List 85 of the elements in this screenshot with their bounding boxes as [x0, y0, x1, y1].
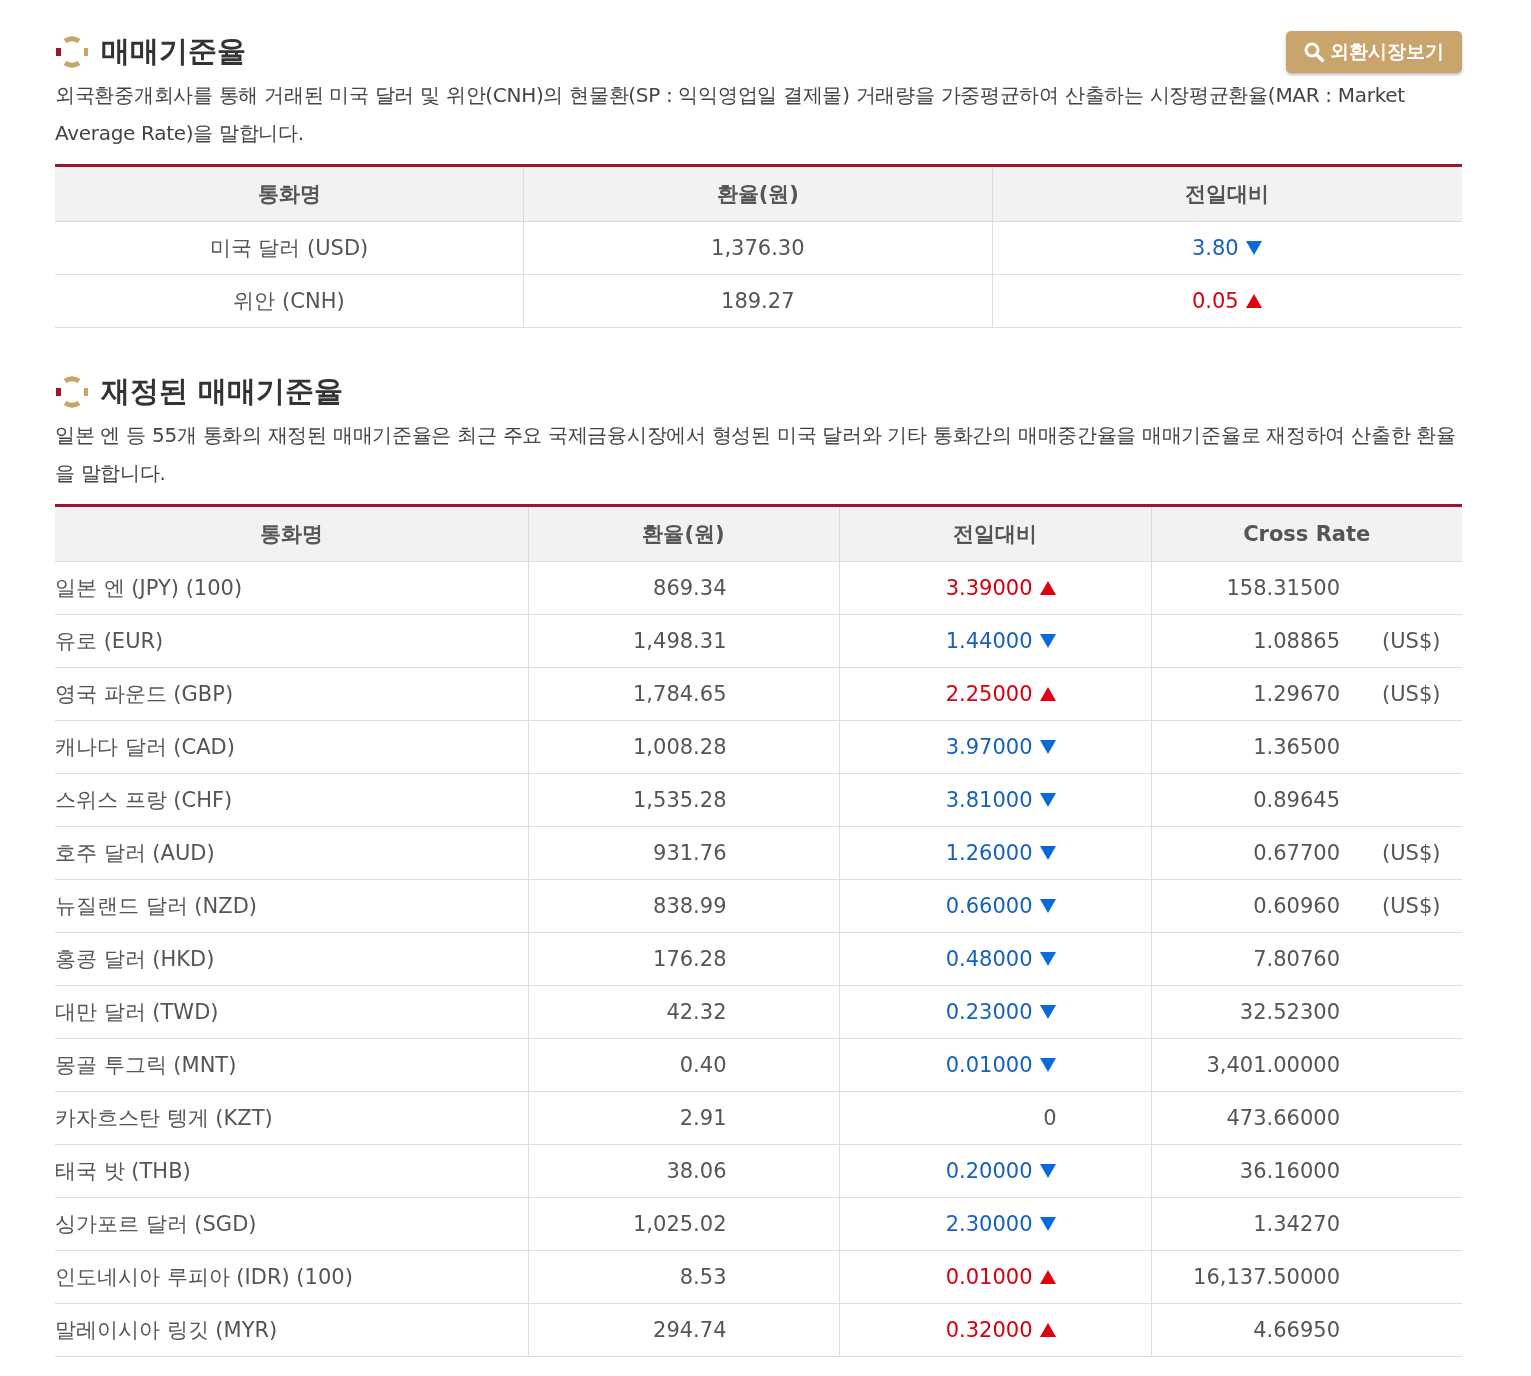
change-value: 3.80 — [1191, 236, 1239, 260]
exchange-rate-cell: 1,025.02 — [528, 1197, 839, 1251]
column-header: 통화명 — [55, 505, 528, 562]
currency-name-cell: 몽골 투그릭 (MNT) — [55, 1038, 528, 1092]
cross-rate-value: 1.36500 — [1252, 735, 1340, 759]
currency-name-cell: 인도네시아 루피아 (IDR) (100) — [55, 1250, 528, 1304]
currency-name-cell: 호주 달러 (AUD) — [55, 826, 528, 880]
cross-rate-value: 0.89645 — [1252, 788, 1340, 812]
change-value: 2.30000 — [945, 1212, 1033, 1236]
section-title-icon — [55, 375, 89, 409]
currency-unit-label: (US$) — [1382, 629, 1441, 653]
exchange-rate-cell: 931.76 — [528, 826, 839, 880]
currency-name-cell: 카자흐스탄 텡게 (KZT) — [55, 1091, 528, 1145]
exchange-rate-cell: 8.53 — [528, 1250, 839, 1304]
currency-name-cell: 영국 파운드 (GBP) — [55, 667, 528, 721]
change-value: 2.25000 — [945, 682, 1033, 706]
change-value: 0.48000 — [945, 947, 1033, 971]
change-value: 0.20000 — [945, 1159, 1033, 1183]
exchange-rate-cell: 838.99 — [528, 879, 839, 933]
currency-name-cell: 스위스 프랑 (CHF) — [55, 773, 528, 827]
cross-rate-value: 3,401.00000 — [1205, 1053, 1340, 1077]
change-value: 0.32000 — [945, 1318, 1033, 1342]
exchange-rate-cell: 1,535.28 — [528, 773, 839, 827]
cross-rate-value: 4.66950 — [1252, 1318, 1340, 1342]
cross-rate-value: 0.67700 — [1252, 841, 1340, 865]
exchange-rate-cell: 294.74 — [528, 1303, 839, 1357]
cross-rate-value: 1.08865 — [1252, 629, 1340, 653]
change-value: 0.05 — [1191, 289, 1239, 313]
description-text: 외국환중개회사를 통해 거래된 미국 달러 및 위안(CNH)의 현물환(SP : 익익영업일 결제물) 거래량을 가중평균하여 산출하는 시장평균환율(MAR : Market Average Rate)을 말합니다. — [55, 82, 1406, 147]
exchange-rate-cell: 0.40 — [528, 1038, 839, 1092]
currency-name-cell: 뉴질랜드 달러 (NZD) — [55, 879, 528, 933]
change-value: 3.81000 — [945, 788, 1033, 812]
cross-rate-value: 158.31500 — [1225, 576, 1340, 600]
description-text: 일본 엔 등 55개 통화의 재정된 매매기준율은 최근 주요 국제금융시장에서 형성된 미국 달러와 기타 통화간의 매매중간율을 매매기준율로 재정하여 산출한 환율을 말합니다. — [55, 422, 1457, 487]
section-title: 재정된 매매기준율 — [101, 373, 344, 410]
change-value: 1.44000 — [945, 629, 1033, 653]
cross-rate-value: 36.16000 — [1238, 1159, 1340, 1183]
exchange-rate-cell: 189.27 — [523, 274, 993, 328]
exchange-rate-cell: 1,784.65 — [528, 667, 839, 721]
exchange-rate-cell: 1,376.30 — [523, 221, 993, 275]
exchange-rate-cell: 42.32 — [528, 985, 839, 1039]
change-value: 1.26000 — [945, 841, 1033, 865]
currency-unit-label: (US$) — [1382, 841, 1441, 865]
cross-rate-value: 1.34270 — [1252, 1212, 1340, 1236]
exchange-rate-cell: 2.91 — [528, 1091, 839, 1145]
column-header: Cross Rate — [1151, 505, 1462, 562]
currency-unit-label: (US$) — [1382, 682, 1441, 706]
cross-rate-value: 0.60960 — [1252, 894, 1340, 918]
currency-name-cell: 캐나다 달러 (CAD) — [55, 720, 528, 774]
column-header: 통화명 — [55, 165, 524, 222]
currency-name-cell: 태국 밧 (THB) — [55, 1144, 528, 1198]
cross-rate-value: 473.66000 — [1225, 1106, 1340, 1130]
currency-name-cell: 유로 (EUR) — [55, 614, 528, 668]
change-value: 0 — [1043, 1106, 1057, 1130]
column-header: 환율(원) — [523, 165, 993, 222]
cross-rate-value: 1.29670 — [1252, 682, 1340, 706]
currency-name-cell: 미국 달러 (USD) — [55, 221, 524, 275]
change-value: 0.01000 — [945, 1265, 1033, 1289]
market-view-button[interactable]: 외환시장보기 — [1286, 31, 1462, 73]
section-title: 매매기준율 — [101, 33, 246, 70]
currency-name-cell: 대만 달러 (TWD) — [55, 985, 528, 1039]
section-title-icon — [55, 35, 89, 69]
currency-name-cell: 싱가포르 달러 (SGD) — [55, 1197, 528, 1251]
column-header: 전일대비 — [992, 165, 1462, 222]
currency-name-cell: 말레이시아 링깃 (MYR) — [55, 1303, 528, 1357]
currency-name-cell: 일본 엔 (JPY) (100) — [55, 561, 528, 615]
change-value: 3.97000 — [945, 735, 1033, 759]
change-value: 0.23000 — [945, 1000, 1033, 1024]
cross-rate-value: 16,137.50000 — [1192, 1265, 1340, 1289]
cross-rate-value: 7.80760 — [1252, 947, 1340, 971]
column-header: 전일대비 — [839, 505, 1151, 562]
change-value: 0.01000 — [945, 1053, 1033, 1077]
cross-rate-value: 32.52300 — [1238, 1000, 1340, 1024]
exchange-rate-cell: 1,008.28 — [528, 720, 839, 774]
exchange-rate-cell: 38.06 — [528, 1144, 839, 1198]
currency-unit-label: (US$) — [1382, 894, 1441, 918]
currency-name-cell: 위안 (CNH) — [55, 274, 524, 328]
exchange-rate-cell: 176.28 — [528, 932, 839, 986]
search-icon — [1304, 42, 1324, 62]
exchange-rate-cell: 869.34 — [528, 561, 839, 615]
exchange-rate-cell: 1,498.31 — [528, 614, 839, 668]
column-header: 환율(원) — [528, 505, 839, 562]
currency-name-cell: 홍콩 달러 (HKD) — [55, 932, 528, 986]
change-value: 0.66000 — [945, 894, 1033, 918]
change-value: 3.39000 — [945, 576, 1033, 600]
